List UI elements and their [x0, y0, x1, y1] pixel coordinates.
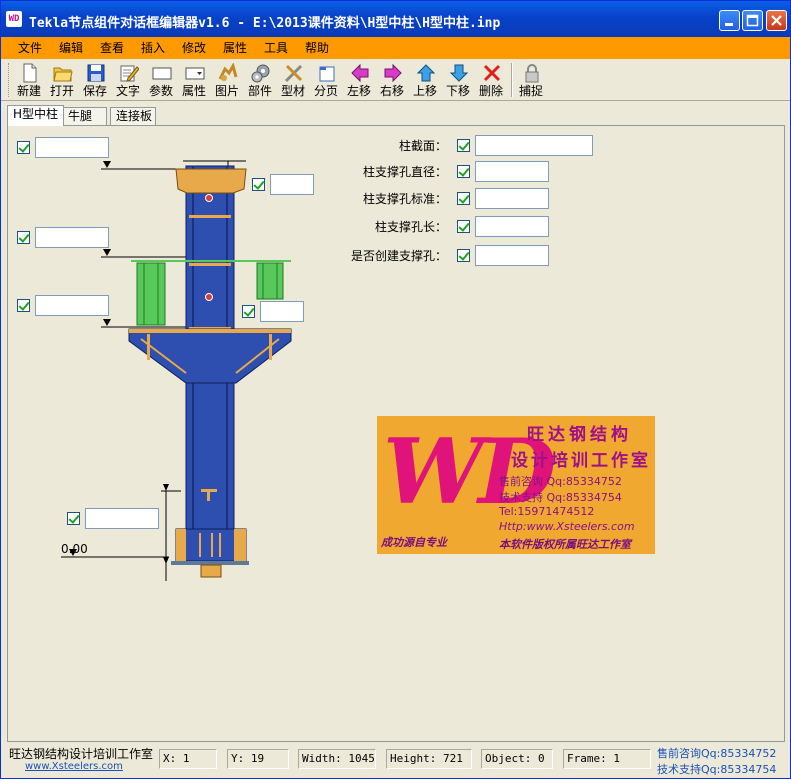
- logo-slogan-right: 本软件版权所属旺达工作室: [499, 538, 631, 551]
- checkbox-brace-hole-length[interactable]: [457, 220, 470, 233]
- checkbox-column-section[interactable]: [457, 139, 470, 152]
- field-hole-offset-top[interactable]: [270, 174, 314, 195]
- status-object: Object: 0: [481, 749, 553, 769]
- column-drawing: [61, 160, 292, 581]
- tab-h-column[interactable]: H型中柱: [7, 105, 65, 126]
- checkbox-bracket-elevation[interactable]: [17, 231, 30, 244]
- logo-presale: 售前咨询 Qq:85334752: [499, 475, 622, 488]
- checkbox-hole-offset-bottom[interactable]: [242, 305, 255, 318]
- field-base-elevation[interactable]: [85, 508, 159, 529]
- field-hole-offset-bottom[interactable]: [260, 301, 304, 322]
- logo-tel: Tel:15971474512: [499, 505, 595, 518]
- status-presale: 售前咨询Qq:85334752: [657, 747, 777, 760]
- dimension-label: 0.00: [61, 542, 88, 556]
- label-column-section: 柱截面：: [398, 139, 447, 153]
- label-brace-hole-length: 柱支撑孔长：: [374, 220, 447, 234]
- logo-title-2: 设计培训工作室: [511, 451, 651, 471]
- status-width: Width: 1045: [298, 749, 376, 769]
- status-support: 技术支持Qq:85334754: [657, 763, 777, 776]
- checkbox-hole-offset-top[interactable]: [252, 178, 265, 191]
- checkbox-create-brace-hole[interactable]: [457, 249, 470, 262]
- logo-support: 技术支持 Qq:85334754: [499, 491, 622, 504]
- checkbox-base-elevation[interactable]: [67, 512, 80, 525]
- label-brace-hole-standard: 柱支撑孔标准：: [362, 192, 447, 206]
- status-frame: Frame: 1: [563, 749, 651, 769]
- field-bracket-elevation[interactable]: [35, 227, 109, 248]
- status-height: Height: 721: [386, 749, 472, 769]
- field-brace-hole-standard[interactable]: [475, 188, 549, 209]
- status-company: 旺达钢结构设计培训工作室: [9, 747, 154, 761]
- wd-logo-image: WD 旺达钢结构 设计培训工作室 售前咨询 Qq:85334752 技术支持 Q…: [377, 416, 655, 554]
- field-column-section[interactable]: [475, 135, 593, 156]
- field-top-elevation[interactable]: [35, 137, 109, 158]
- checkbox-top-elevation[interactable]: [17, 141, 30, 154]
- field-brace-hole-diameter[interactable]: [475, 161, 549, 182]
- status-website-link[interactable]: www.Xsteelers.com: [25, 761, 123, 772]
- status-x: X: 1: [159, 749, 217, 769]
- status-bar: 旺达钢结构设计培训工作室 www.Xsteelers.com X: 1 Y: 1…: [1, 742, 790, 778]
- status-y: Y: 19: [227, 749, 289, 769]
- label-create-brace-hole: 是否创建支撑孔：: [350, 249, 447, 263]
- logo-title-1: 旺达钢结构: [527, 425, 632, 445]
- label-brace-hole-diameter: 柱支撑孔直径：: [362, 165, 447, 179]
- checkbox-beam-elevation[interactable]: [17, 299, 30, 312]
- checkbox-brace-hole-diameter[interactable]: [457, 165, 470, 178]
- field-brace-hole-length[interactable]: [475, 216, 549, 237]
- logo-web: Http:www.Xsteelers.com: [499, 520, 635, 533]
- checkbox-brace-hole-standard[interactable]: [457, 192, 470, 205]
- field-beam-elevation[interactable]: [35, 295, 109, 316]
- field-create-brace-hole[interactable]: [475, 245, 549, 266]
- application-window: WD Tekla节点组件对话框编辑器v1.6 - E:\2013课件资料\H型中…: [0, 0, 791, 779]
- logo-slogan-left: 成功源自专业: [381, 536, 447, 549]
